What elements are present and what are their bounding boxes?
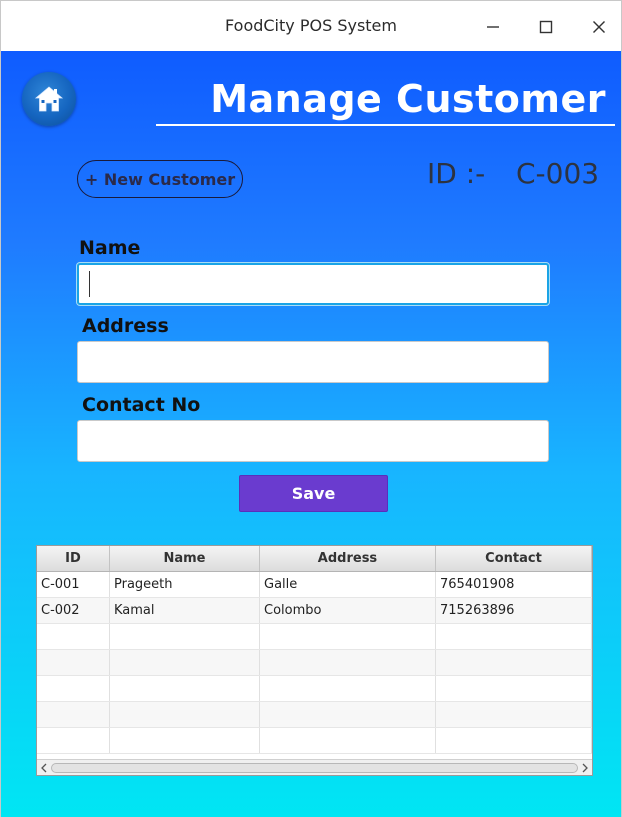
name-label: Name bbox=[79, 237, 141, 259]
table-row[interactable]: C-002 Kamal Colombo 715263896 bbox=[37, 598, 592, 624]
app-window: FoodCity POS System Manage Customer + Ne… bbox=[0, 0, 622, 817]
maximize-button[interactable] bbox=[532, 13, 560, 41]
new-customer-button[interactable]: + New Customer bbox=[77, 160, 243, 198]
empty-table-row bbox=[37, 676, 592, 702]
contact-label: Contact No bbox=[82, 394, 201, 416]
chevron-left-icon bbox=[41, 763, 47, 773]
table-header: ID Name Address Contact bbox=[37, 546, 592, 572]
customer-id-label: ID :- bbox=[427, 157, 486, 190]
minimize-button[interactable] bbox=[479, 13, 507, 41]
name-input[interactable] bbox=[77, 263, 549, 305]
column-header-id[interactable]: ID bbox=[37, 546, 110, 571]
empty-table-row bbox=[37, 624, 592, 650]
close-icon bbox=[593, 21, 605, 33]
minimize-icon bbox=[487, 26, 499, 28]
title-bar: FoodCity POS System bbox=[1, 1, 621, 51]
main-content: Manage Customer + New Customer ID :- C-0… bbox=[1, 51, 621, 817]
column-header-name[interactable]: Name bbox=[110, 546, 260, 571]
scroll-left-button[interactable] bbox=[39, 763, 49, 773]
scroll-right-button[interactable] bbox=[580, 763, 590, 773]
table-row[interactable]: C-001 Prageeth Galle 765401908 bbox=[37, 572, 592, 598]
column-header-address[interactable]: Address bbox=[260, 546, 436, 571]
maximize-icon bbox=[539, 20, 553, 34]
contact-input[interactable] bbox=[77, 420, 549, 462]
column-header-contact[interactable]: Contact bbox=[436, 546, 592, 571]
cell-contact: 715263896 bbox=[436, 598, 592, 623]
cell-address: Galle bbox=[260, 572, 436, 597]
window-title: FoodCity POS System bbox=[225, 16, 397, 35]
title-underline bbox=[156, 124, 615, 126]
cell-id: C-001 bbox=[37, 572, 110, 597]
home-icon bbox=[34, 86, 64, 112]
page-title: Manage Customer bbox=[210, 77, 606, 121]
cell-id: C-002 bbox=[37, 598, 110, 623]
chevron-right-icon bbox=[582, 763, 588, 773]
scrollbar-thumb[interactable] bbox=[51, 763, 578, 773]
save-button[interactable]: Save bbox=[239, 475, 388, 512]
text-caret bbox=[89, 271, 90, 297]
empty-table-row bbox=[37, 702, 592, 728]
cell-contact: 765401908 bbox=[436, 572, 592, 597]
cell-address: Colombo bbox=[260, 598, 436, 623]
home-button[interactable] bbox=[22, 72, 76, 126]
cell-name: Kamal bbox=[110, 598, 260, 623]
horizontal-scrollbar[interactable] bbox=[37, 759, 592, 775]
empty-table-row bbox=[37, 650, 592, 676]
customer-table[interactable]: ID Name Address Contact C-001 Prageeth G… bbox=[36, 545, 593, 776]
customer-id-value: C-003 bbox=[516, 157, 600, 190]
address-label: Address bbox=[82, 315, 169, 337]
close-button[interactable] bbox=[585, 13, 613, 41]
address-input[interactable] bbox=[77, 341, 549, 383]
empty-table-row bbox=[37, 728, 592, 754]
cell-name: Prageeth bbox=[110, 572, 260, 597]
